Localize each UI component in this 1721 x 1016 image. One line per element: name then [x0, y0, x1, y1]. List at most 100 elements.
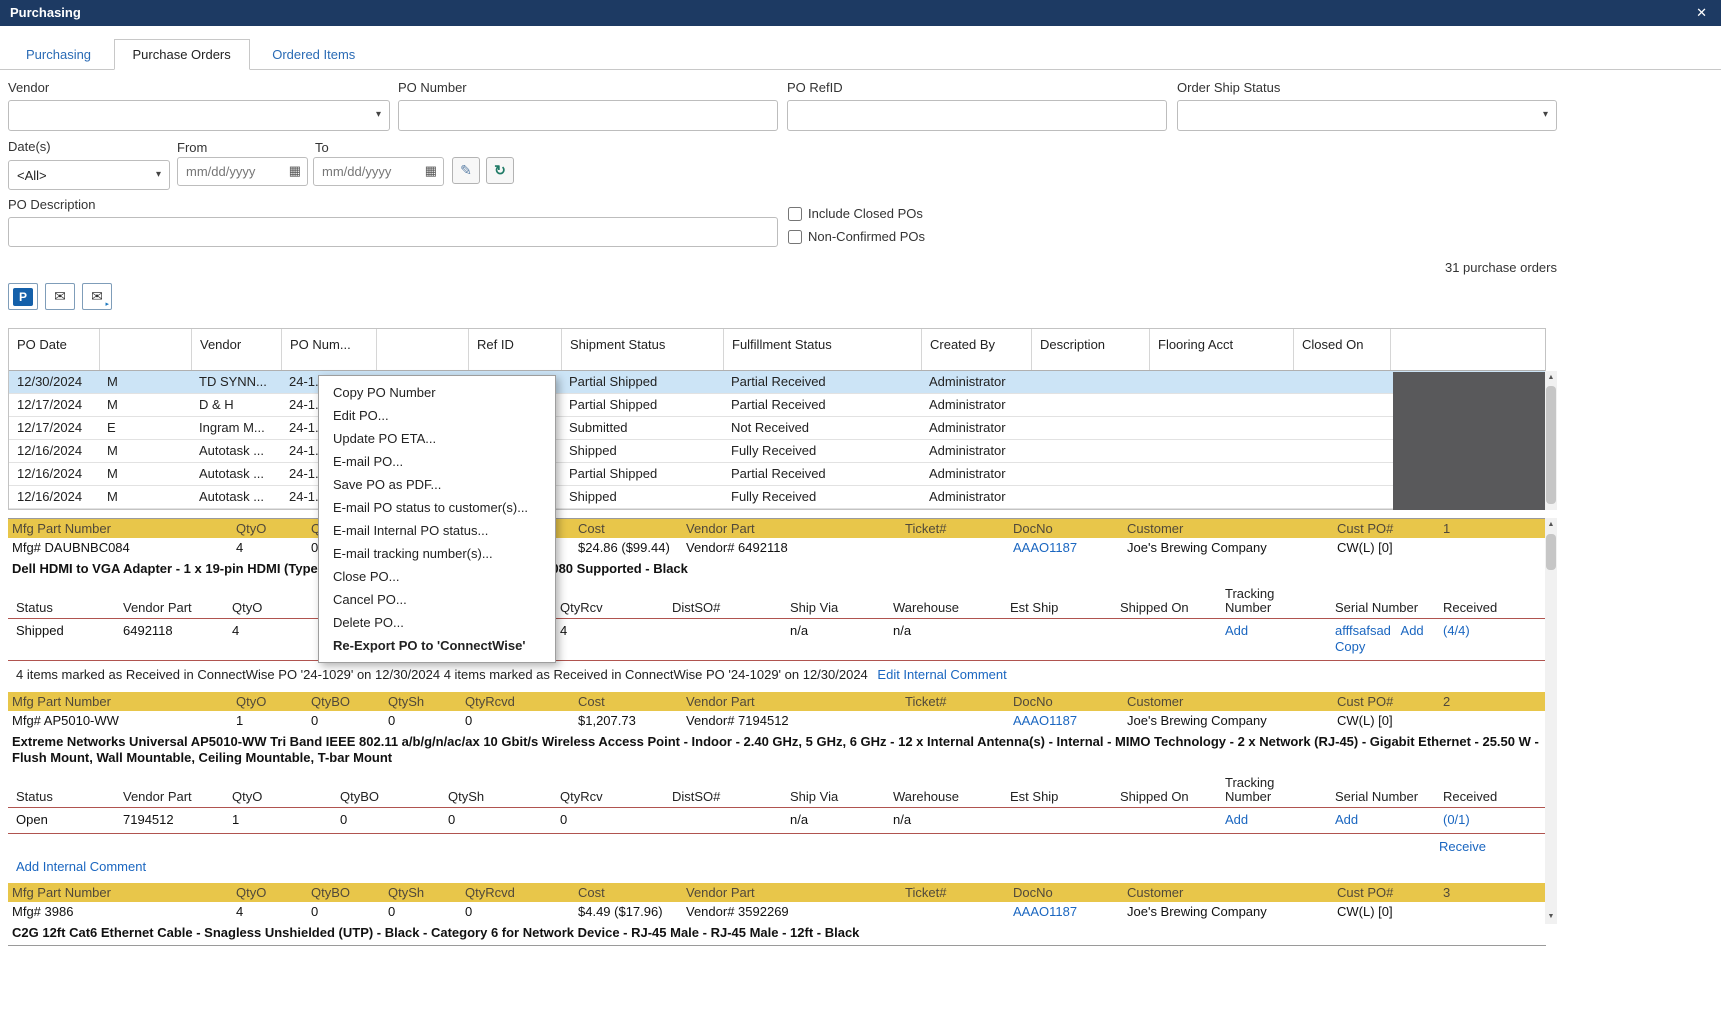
status-col-shipped-on: Shipped On: [1120, 600, 1189, 615]
scroll-down-icon[interactable]: ▼: [1545, 910, 1557, 924]
po-table: PO Date Vendor PO Num... Ref ID Shipment…: [8, 328, 1547, 510]
column-header-description[interactable]: Description: [1031, 329, 1149, 370]
table-scrollbar[interactable]: ▲: [1545, 371, 1557, 510]
menu-item-email-po-status-to-customers[interactable]: E-mail PO status to customer(s)...: [319, 496, 555, 519]
receive-row: Receive: [8, 834, 1546, 856]
scroll-up-icon[interactable]: ▲: [1545, 518, 1557, 532]
email-status-button[interactable]: ✉ ▸: [82, 283, 112, 310]
close-icon[interactable]: ✕: [1696, 0, 1707, 26]
column-header-po-date[interactable]: PO Date: [9, 329, 99, 370]
non-confirmed-pos-checkbox-input[interactable]: [788, 229, 802, 244]
refresh-button[interactable]: ↻: [486, 157, 514, 184]
add-internal-comment-link[interactable]: Add Internal Comment: [16, 859, 146, 874]
menu-item-update-po-eta[interactable]: Update PO ETA...: [319, 427, 555, 450]
vendor-part-value: 7194512: [123, 812, 174, 827]
from-label: From: [177, 140, 208, 155]
include-closed-pos-checkbox[interactable]: Include Closed POs: [788, 206, 923, 221]
serial-copy-link[interactable]: Copy: [1335, 639, 1365, 654]
summary-col-qtysh: QtySh: [388, 694, 425, 709]
scrollbar-thumb[interactable]: [1546, 386, 1556, 504]
cell-po-date: 12/17/2024: [17, 420, 83, 435]
menu-item-copy-po-number[interactable]: Copy PO Number: [319, 381, 555, 404]
to-date-input[interactable]: mm/dd/yyyy ▦: [313, 157, 444, 186]
menu-item-cancel-po[interactable]: Cancel PO...: [319, 588, 555, 611]
menu-item-email-po[interactable]: E-mail PO...: [319, 450, 555, 473]
menu-item-email-tracking-numbers[interactable]: E-mail tracking number(s)...: [319, 542, 555, 565]
column-header-ref-id[interactable]: Ref ID: [468, 329, 561, 370]
column-header-blank[interactable]: [376, 329, 468, 370]
menu-item-close-po[interactable]: Close PO...: [319, 565, 555, 588]
include-closed-pos-checkbox-input[interactable]: [788, 206, 802, 221]
status-col-est-ship: Est Ship: [1010, 600, 1059, 615]
column-header-flag[interactable]: [99, 329, 191, 370]
scrollbar-thumb[interactable]: [1546, 534, 1556, 570]
detail-scrollbar[interactable]: ▲ ▼: [1545, 518, 1557, 924]
column-header-shipment-status[interactable]: Shipment Status: [561, 329, 723, 370]
item-summary-row: Mfg# 3986 4 0 0 0 $4.49 ($17.96) Vendor#…: [8, 902, 1546, 922]
serial-number-link[interactable]: afffsafsad: [1335, 623, 1391, 638]
menu-item-re-export-po-to-connectwise[interactable]: Re-Export PO to 'ConnectWise': [319, 634, 555, 657]
po-description-input[interactable]: [8, 217, 778, 247]
menu-item-email-internal-po-status[interactable]: E-mail Internal PO status...: [319, 519, 555, 542]
summary-col-cost: Cost: [578, 885, 605, 900]
menu-item-delete-po[interactable]: Delete PO...: [319, 611, 555, 634]
tracking-add-link[interactable]: Add: [1225, 812, 1248, 827]
from-date-input[interactable]: mm/dd/yyyy ▦: [177, 157, 308, 186]
summary-col-ticket: Ticket#: [905, 885, 947, 900]
cell-description: [1031, 486, 1149, 508]
column-header-filler[interactable]: [1390, 329, 1545, 370]
po-row[interactable]: 12/16/2024 M Autotask ... 24-1... Shippe…: [9, 440, 1545, 463]
qtybo-value: 0: [340, 812, 348, 827]
po-refid-label: PO RefID: [787, 80, 843, 95]
po-refid-input[interactable]: [787, 100, 1167, 131]
status-value: Shipped: [16, 623, 64, 638]
column-header-created-by[interactable]: Created By: [921, 329, 1031, 370]
po-line-item: Mfg Part Number QtyO QtyBO QtySh QtyRcvd…: [8, 883, 1546, 945]
pencil-icon: ✎: [460, 162, 472, 178]
summary-col-ticket: Ticket#: [905, 521, 947, 536]
po-export-button[interactable]: P: [8, 283, 38, 310]
po-row[interactable]: 12/16/2024 M Autotask ... 24-1... Shippe…: [9, 486, 1545, 509]
tab-purchasing[interactable]: Purchasing: [8, 40, 109, 70]
column-header-flooring-acct[interactable]: Flooring Acct: [1149, 329, 1293, 370]
po-number-input[interactable]: [398, 100, 778, 131]
docno-link[interactable]: AAAO1187: [1009, 902, 1123, 922]
serial-add-link[interactable]: Add: [1335, 812, 1358, 827]
docno-link[interactable]: AAAO1187: [1009, 711, 1123, 731]
tab-purchase-orders[interactable]: Purchase Orders: [113, 39, 250, 70]
non-confirmed-pos-checkbox[interactable]: Non-Confirmed POs: [788, 229, 925, 244]
tab-bar: Purchasing Purchase Orders Ordered Items: [0, 39, 1721, 70]
po-row[interactable]: 12/30/2024 M TD SYNN... 24-1... Partial …: [9, 371, 1545, 394]
envelope-icon: ✉: [91, 288, 103, 304]
column-header-po-number[interactable]: PO Num...: [281, 329, 376, 370]
edit-internal-comment-link[interactable]: Edit Internal Comment: [877, 667, 1006, 682]
dates-select[interactable]: <All> ▾: [8, 160, 170, 190]
vendor-select[interactable]: ▾: [8, 100, 390, 131]
menu-item-save-po-as-pdf[interactable]: Save PO as PDF...: [319, 473, 555, 496]
menu-item-edit-po[interactable]: Edit PO...: [319, 404, 555, 427]
order-ship-status-select[interactable]: ▾: [1177, 100, 1557, 131]
column-header-vendor[interactable]: Vendor: [191, 329, 281, 370]
received-link[interactable]: (0/1): [1443, 812, 1470, 827]
email-button[interactable]: ✉: [45, 283, 75, 310]
clear-filters-button[interactable]: ✎: [452, 157, 480, 184]
received-link[interactable]: (4/4): [1443, 623, 1470, 638]
po-row[interactable]: 12/16/2024 M Autotask ... 24-1... Partia…: [9, 463, 1545, 486]
receive-link[interactable]: Receive: [1439, 839, 1486, 854]
tab-ordered-items[interactable]: Ordered Items: [254, 40, 373, 70]
tracking-add-link[interactable]: Add: [1225, 623, 1248, 638]
summary-col-qtybo: QtyBO: [311, 694, 351, 709]
column-header-closed-on[interactable]: Closed On: [1293, 329, 1390, 370]
column-header-fulfillment-status[interactable]: Fulfillment Status: [723, 329, 921, 370]
po-row[interactable]: 12/17/2024 M D & H 24-1... Partial Shipp…: [9, 394, 1545, 417]
docno-link[interactable]: AAAO1187: [1009, 538, 1123, 558]
mfg-part-number: Mfg# AP5010-WW: [12, 713, 119, 728]
calendar-icon[interactable]: ▦: [425, 163, 437, 179]
serial-add-link[interactable]: Add: [1401, 623, 1424, 638]
calendar-icon[interactable]: ▦: [289, 163, 301, 179]
summary-col-docno: DocNo: [1013, 521, 1053, 536]
po-row[interactable]: 12/17/2024 E Ingram M... 24-1... Submitt…: [9, 417, 1545, 440]
cell-fulfillment-status: Partial Received: [731, 466, 826, 481]
envelope-icon: ✉: [54, 288, 66, 304]
scroll-up-icon[interactable]: ▲: [1545, 371, 1557, 385]
